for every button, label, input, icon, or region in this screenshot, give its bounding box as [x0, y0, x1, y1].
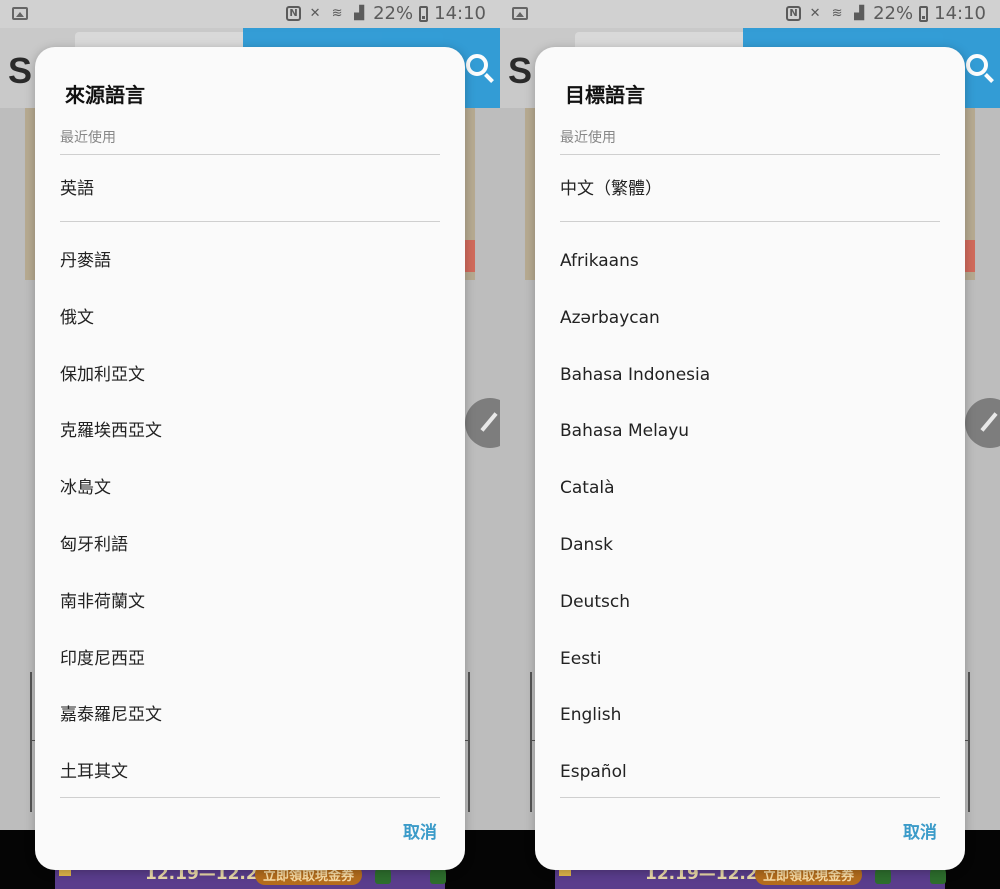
- divider: [60, 797, 440, 798]
- language-item[interactable]: Bahasa Indonesia: [560, 347, 940, 404]
- signal-icon: ▟: [354, 5, 365, 21]
- status-bar: N ✕ ≋ ▟ 22% 14:10: [500, 0, 1000, 28]
- recent-language-item[interactable]: 英語: [60, 174, 94, 199]
- language-item[interactable]: Eesti: [560, 631, 940, 688]
- signal-icon: ▟: [854, 5, 865, 21]
- wifi-icon: ≋: [331, 5, 343, 21]
- divider: [560, 797, 940, 798]
- status-bar: N ✕ ≋ ▟ 22% 14:10: [0, 0, 500, 28]
- gallery-notification-icon: [12, 7, 28, 20]
- dialog-title: 來源語言: [65, 83, 145, 107]
- app-logo: S: [508, 50, 533, 91]
- divider: [560, 154, 940, 155]
- language-item[interactable]: 匈牙利語: [60, 517, 440, 574]
- pen-icon: [980, 412, 998, 432]
- language-item[interactable]: 嘉泰羅尼亞文: [60, 687, 440, 744]
- dialog-title: 目標語言: [565, 83, 645, 107]
- language-item[interactable]: 南非荷蘭文: [60, 574, 440, 631]
- language-item[interactable]: Afrikaans: [560, 233, 940, 290]
- language-item[interactable]: 丹麥語: [60, 233, 440, 290]
- clock: 14:10: [434, 3, 486, 24]
- clock: 14:10: [934, 3, 986, 24]
- language-item[interactable]: 俄文: [60, 290, 440, 347]
- language-item[interactable]: Dansk: [560, 517, 940, 574]
- source-language-dialog: 來源語言 最近使用 英語 丹麥語 俄文 保加利亞文 克羅埃西亞文 冰島文 匈牙利…: [35, 47, 465, 870]
- battery-icon: [919, 5, 929, 22]
- divider: [60, 154, 440, 155]
- battery-icon: [419, 5, 429, 22]
- language-item[interactable]: 土耳其文: [60, 744, 440, 801]
- cancel-button[interactable]: 取消: [903, 818, 937, 843]
- right-screen: N ✕ ≋ ▟ 22% 14:10 S 12.19—12.23 立即領取現金券 …: [500, 0, 1000, 889]
- language-item[interactable]: English: [560, 687, 940, 744]
- nfc-icon: N: [786, 6, 802, 21]
- language-list: Afrikaans Azərbaycan Bahasa Indonesia Ba…: [560, 233, 940, 801]
- gallery-notification-icon: [512, 7, 528, 20]
- edit-fab: [965, 398, 1000, 448]
- app-logo: S: [8, 50, 33, 91]
- language-item[interactable]: Català: [560, 460, 940, 517]
- language-list: 丹麥語 俄文 保加利亞文 克羅埃西亞文 冰島文 匈牙利語 南非荷蘭文 印度尼西亞…: [60, 233, 440, 801]
- language-item[interactable]: 印度尼西亞: [60, 631, 440, 688]
- recent-language-item[interactable]: 中文（繁體）: [560, 174, 662, 199]
- left-screen: N ✕ ≋ ▟ 22% 14:10 S 12.19—12.23 立即領取現金券 …: [0, 0, 500, 889]
- nfc-icon: N: [286, 6, 302, 21]
- target-language-dialog: 目標語言 最近使用 中文（繁體） Afrikaans Azərbaycan Ba…: [535, 47, 965, 870]
- edit-fab: [465, 398, 500, 448]
- pen-icon: [480, 412, 498, 432]
- language-item[interactable]: Deutsch: [560, 574, 940, 631]
- recent-header: 最近使用: [560, 130, 616, 146]
- language-item[interactable]: Bahasa Melayu: [560, 403, 940, 460]
- battery-percent: 22%: [873, 3, 914, 24]
- search-icon: [966, 54, 988, 76]
- language-item[interactable]: Azərbaycan: [560, 290, 940, 347]
- vibrate-mute-icon: ✕: [309, 5, 321, 21]
- recent-header: 最近使用: [60, 130, 116, 146]
- battery-percent: 22%: [373, 3, 414, 24]
- language-item[interactable]: Español: [560, 744, 940, 801]
- vibrate-mute-icon: ✕: [809, 5, 821, 21]
- language-item[interactable]: 克羅埃西亞文: [60, 403, 440, 460]
- cancel-button[interactable]: 取消: [403, 818, 437, 843]
- search-icon: [466, 54, 488, 76]
- language-item[interactable]: 冰島文: [60, 460, 440, 517]
- language-item[interactable]: 保加利亞文: [60, 347, 440, 404]
- divider: [560, 221, 940, 222]
- wifi-icon: ≋: [831, 5, 843, 21]
- divider: [60, 221, 440, 222]
